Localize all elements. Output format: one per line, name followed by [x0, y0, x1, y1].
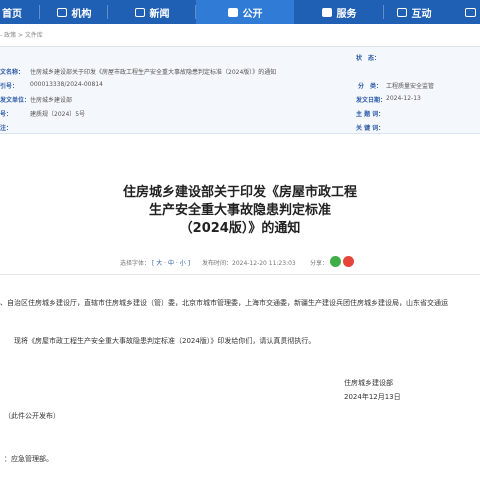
- category-label: 分 类：: [358, 83, 383, 90]
- title-label: 文名称：: [0, 69, 25, 76]
- font-size-selector: 选择字体： [ 大 · 中 · 小 ]: [120, 258, 190, 267]
- font-bracket-close: ]: [187, 260, 191, 267]
- font-bracket-open: [: [151, 260, 155, 267]
- document-metadata: 文名称： 住房城乡建设部关于印发《房屋市政工程生产安全重大事故隐患判定标准（20…: [0, 46, 480, 134]
- issuer-value: 住房城乡建设部: [30, 97, 73, 104]
- nav-item-news[interactable]: 新闻: [108, 0, 196, 24]
- nav-item-organization[interactable]: 机构: [40, 0, 108, 24]
- nav-item-services[interactable]: 服务: [294, 0, 384, 24]
- share-label: 分享：: [310, 260, 329, 267]
- document-title-line-2: 生产安全重大事故隐患判定标准: [148, 203, 331, 218]
- weibo-icon[interactable]: [343, 256, 354, 267]
- status-label: 状 态：: [356, 55, 381, 62]
- font-separator: ·: [175, 260, 178, 267]
- nav-item-home[interactable]: 首页: [0, 0, 40, 24]
- document-icon: [227, 7, 238, 17]
- recipients-line: 、自治区住房城乡建设厅，直辖市住房城乡建设（管）委，北京市城市管理委，上海市交通…: [0, 299, 448, 307]
- monitor-icon: [465, 7, 476, 17]
- nav-item-label: 服务: [336, 8, 357, 20]
- index-label: 引号：: [0, 83, 19, 90]
- category-value: 工程质量安全监管: [386, 83, 435, 90]
- publish-note: （此件公开发布）: [4, 412, 60, 420]
- font-small-link[interactable]: 小: [180, 260, 186, 267]
- font-size-label: 选择字体：: [120, 260, 151, 267]
- docno-value: 建质规〔2024〕5号: [30, 111, 86, 118]
- publish-time: 发布时间：2024-12-20 11:23:03: [202, 260, 296, 267]
- cc-line: ：应急管理部。: [4, 455, 53, 463]
- body-paragraph: 现将《房屋市政工程生产安全重大事故隐患判定标准（2024版）》印发给你们，请认真…: [14, 337, 316, 345]
- signer: 住房城乡建设部: [344, 379, 393, 387]
- document-title-line-1: 住房城乡建设部关于印发《房屋市政工程: [122, 185, 357, 200]
- nav-item-label: 机构: [71, 8, 92, 20]
- document-title-line-3: （2024版）》的通知: [179, 221, 301, 236]
- building-icon: [56, 7, 67, 17]
- nav-item-interaction[interactable]: 互动: [384, 0, 444, 24]
- chat-icon: [396, 7, 407, 17]
- subject-label: 主 题 词：: [356, 111, 385, 118]
- font-medium-link[interactable]: 中: [168, 260, 174, 267]
- sign-date: 2024年12月13日: [344, 393, 401, 401]
- notes-label: 注：: [0, 125, 13, 132]
- title-value: 住房城乡建设部关于印发《房屋市政工程生产安全重大事故隐患判定标准（2024版）》…: [30, 69, 277, 76]
- nav-item-label: 首页: [2, 8, 22, 20]
- wechat-icon[interactable]: [330, 256, 341, 267]
- issuer-label: 发文单位：: [0, 97, 31, 104]
- nav-item-label: 新闻: [149, 8, 170, 20]
- nav-item-label: 公开: [242, 8, 263, 20]
- index-value: 000013338/2024-00814: [30, 81, 103, 88]
- breadcrumb[interactable]: - 政策 > 文件库: [0, 30, 43, 39]
- nav-item-more[interactable]: [444, 0, 480, 24]
- services-icon: [321, 7, 332, 17]
- divider: [0, 274, 480, 275]
- nav-item-label: 互动: [411, 8, 432, 20]
- docno-label: 号：: [0, 111, 13, 118]
- date-value: 2024-12-13: [386, 95, 421, 102]
- date-label: 发文日期：: [356, 97, 387, 104]
- news-icon: [134, 7, 145, 17]
- font-large-link[interactable]: 大: [156, 260, 162, 267]
- keyword-label: 关 键 词：: [356, 125, 385, 132]
- font-separator: ·: [164, 260, 167, 267]
- top-nav: 首页 机构 新闻 公开 服务 互动: [0, 0, 480, 24]
- nav-item-public[interactable]: 公开: [196, 0, 294, 24]
